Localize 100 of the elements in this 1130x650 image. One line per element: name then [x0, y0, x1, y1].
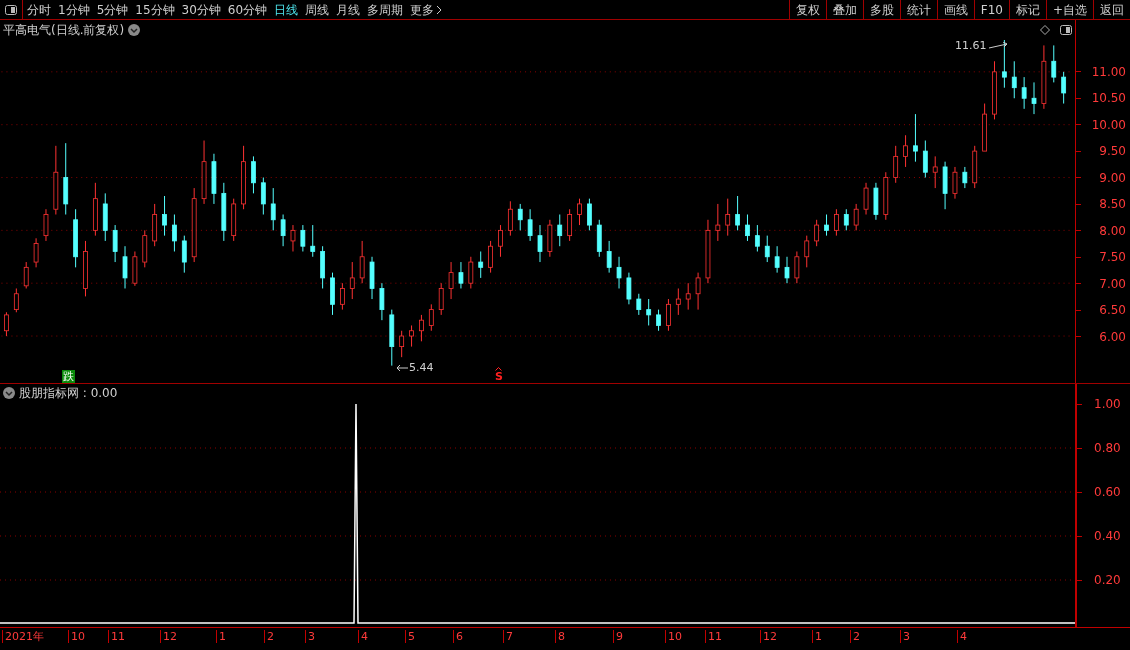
date-axis-label: 3: [305, 630, 315, 643]
candlestick: [122, 245, 128, 289]
candlestick: [587, 198, 592, 231]
candlestick: [853, 203, 859, 231]
candlestick: [814, 219, 820, 247]
stock-title: 平高电气(日线.前复权): [3, 21, 125, 39]
candlestick: [33, 237, 39, 268]
candlestick: [419, 314, 424, 342]
candlestick: [656, 309, 661, 332]
indicator-axis-label: 0.80: [1094, 441, 1121, 455]
candlestick: [646, 298, 652, 326]
toolbar-button[interactable]: 标记: [1008, 0, 1046, 19]
candlestick: [409, 324, 414, 348]
more-menu[interactable]: 更多: [410, 0, 443, 19]
candlestick: [606, 240, 612, 274]
period-tab[interactable]: 分时: [27, 0, 51, 19]
candlestick: [172, 213, 177, 252]
toolbar-button[interactable]: 返回: [1093, 0, 1130, 19]
candlestick: [1031, 81, 1037, 115]
candlestick: [952, 166, 958, 200]
candlestick: [745, 213, 750, 242]
toolbar-button[interactable]: F10: [973, 0, 1009, 19]
candlestick: [675, 287, 681, 316]
period-tab[interactable]: 5分钟: [96, 0, 129, 19]
toolbar-button[interactable]: 叠加: [825, 0, 863, 19]
date-axis-label: 7: [503, 630, 513, 643]
candlestick: [616, 256, 622, 289]
candlestick: [962, 166, 968, 189]
candlestick: [1001, 39, 1007, 89]
candlestick: [527, 208, 533, 242]
candlestick: [685, 282, 691, 311]
candlestick: [498, 224, 503, 258]
candlestick: [863, 182, 869, 215]
candlestick: [1021, 76, 1027, 110]
candlestick: [557, 213, 563, 247]
toolbar-button[interactable]: 画线: [936, 0, 974, 19]
diamond-icon[interactable]: [1040, 24, 1050, 35]
candlestick: [834, 208, 839, 237]
candlestick: [310, 224, 316, 258]
date-axis-label: 2: [264, 630, 274, 643]
period-tab[interactable]: 1分钟: [58, 0, 90, 19]
candlestick: [438, 282, 444, 316]
period-tab[interactable]: 60分钟: [227, 0, 268, 19]
candlestick: [260, 176, 266, 215]
candlestick: [43, 208, 49, 242]
date-axis-label: 3: [900, 630, 910, 643]
period-tab[interactable]: 多周期: [367, 0, 404, 19]
candlestick: [843, 208, 849, 231]
candlestick: [290, 224, 296, 252]
candlestick: [4, 311, 9, 337]
candlestick: [13, 287, 19, 313]
candlestick: [339, 282, 345, 311]
candlestick: [458, 261, 464, 289]
candlestick: [636, 293, 642, 316]
candlestick: [922, 139, 928, 178]
candlestick: [270, 187, 276, 231]
toolbar-button[interactable]: 复权: [788, 0, 826, 19]
date-axis-label: 1: [812, 630, 822, 643]
chevron-down-icon[interactable]: [3, 387, 15, 399]
price-axis-label: 10.00: [1091, 117, 1126, 132]
candlestick: [517, 203, 523, 231]
sell-signal: S: [495, 371, 503, 382]
candlestick: [537, 224, 543, 263]
candlestick: [893, 145, 899, 184]
date-axis-label: 1: [216, 630, 226, 643]
candlestick: [359, 240, 365, 284]
price-axis-label: 8.50: [1099, 197, 1126, 212]
toolbar-button[interactable]: +自选: [1045, 0, 1093, 19]
candlestick: [112, 224, 118, 263]
period-tab[interactable]: 周线: [305, 0, 330, 19]
fall-signal-badge: 跌: [62, 370, 75, 383]
period-tab[interactable]: 日线: [274, 0, 299, 19]
toolbar-button[interactable]: 多股: [862, 0, 900, 19]
candlestick: [784, 256, 790, 284]
candlestick: [251, 155, 256, 194]
candlestick: [577, 198, 582, 226]
candlestick: [764, 235, 770, 263]
candlestick: [794, 250, 800, 284]
date-axis-label: 10: [68, 630, 85, 643]
candlestick: [23, 261, 29, 289]
panel-icon[interactable]: [1060, 24, 1072, 35]
toolbar-button[interactable]: 统计: [899, 0, 937, 19]
candlestick: [349, 261, 355, 300]
chevron-down-icon[interactable]: [128, 23, 141, 36]
date-axis-label: 2: [850, 630, 860, 643]
candlestick: [626, 272, 632, 305]
candlestick: [725, 198, 731, 237]
date-axis-label: 2021年: [2, 630, 44, 643]
date-axis-label: 5: [405, 630, 415, 643]
date-axis-label: 11: [705, 630, 722, 643]
period-tab[interactable]: 30分钟: [181, 0, 221, 19]
candlestick: [695, 272, 701, 311]
period-tab[interactable]: 月线: [336, 0, 361, 19]
date-axis-label: 9: [613, 630, 623, 643]
price-axis-label: 7.50: [1099, 250, 1126, 265]
candlestick: [507, 200, 513, 237]
price-axis-label: 9.50: [1099, 144, 1126, 159]
candlestick: [181, 235, 187, 274]
period-tab[interactable]: 15分钟: [135, 0, 175, 19]
candlestick: [903, 134, 908, 168]
